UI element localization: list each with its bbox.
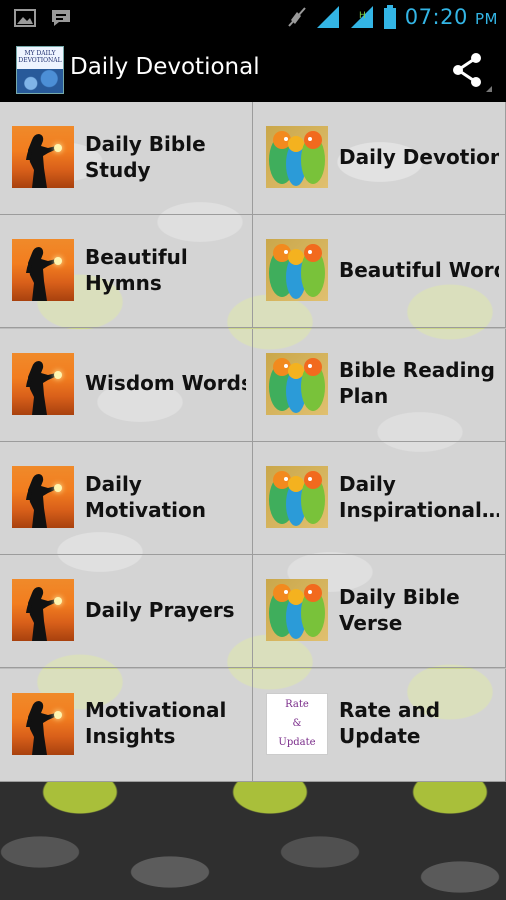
menu-tile-label: Motivational Insights (85, 697, 246, 749)
menu-tile-label: Beautiful Words (339, 257, 499, 283)
menu-grid: Daily Bible Study Daily Devotion Beautiful H… (0, 102, 506, 782)
app-logo-text: MY DAILY DEVOTIONAL (18, 50, 62, 64)
wifi-icon: H (350, 6, 373, 28)
menu-tile-label-line: Plan (339, 384, 389, 409)
app-logo-scene (17, 69, 63, 93)
parrots-icon (266, 465, 328, 528)
menu-tile[interactable]: Daily Bible Study (0, 102, 253, 215)
menu-tile[interactable]: Daily Inspirational… (253, 441, 506, 555)
menu-tile-label-line: Beautiful (85, 244, 188, 269)
menu-tile-label-line: Daily Bible (339, 584, 460, 609)
app-logo[interactable]: MY DAILY DEVOTIONAL (16, 46, 64, 94)
menu-tile[interactable]: Wisdom Words (0, 328, 253, 442)
rate-update-icon: Rate & Update (266, 692, 328, 755)
rate-icon-text: Rate (285, 699, 309, 711)
menu-tile[interactable]: Daily Prayers (0, 555, 253, 669)
parrots-icon (266, 239, 328, 302)
menu-tile-label-line: Motivational (85, 698, 227, 723)
signal-icon (316, 6, 339, 28)
menu-tile-label: Daily Inspirational… (339, 471, 499, 523)
menu-tile-label: Rate and Update (339, 697, 499, 749)
app-title: Daily Devotional (70, 54, 260, 80)
clock-time: 07:20 (404, 5, 468, 29)
menu-tile-label: Wisdom Words (85, 370, 246, 396)
battery-icon (383, 5, 396, 29)
menu-tile-label-line: Wisdom Words (85, 371, 246, 396)
menu-tile[interactable]: Bible Reading Plan (253, 328, 506, 442)
menu-tile-label-line: Daily Devotion (339, 144, 499, 169)
menu-tile-label: Daily Bible Verse (339, 584, 499, 636)
parrots-icon (266, 352, 328, 415)
menu-tile-label-line: Update (339, 724, 421, 749)
menu-tile[interactable]: Daily Devotion (253, 102, 506, 215)
menu-tile-label: Beautiful Hymns (85, 244, 246, 296)
silhouette-icon (12, 692, 74, 755)
background-photo-strip (0, 782, 506, 900)
menu-tile[interactable]: Daily Motivation (0, 441, 253, 555)
silhouette-icon (12, 352, 74, 415)
menu-tile-label-line: Daily (85, 471, 142, 496)
menu-tile-label-line: Beautiful Words (339, 257, 499, 282)
menu-tile-label-line: Daily (339, 471, 396, 496)
menu-tile-label-line: Verse (339, 610, 403, 635)
silhouette-icon (12, 579, 74, 642)
menu-tile[interactable]: Rate & Update Rate and Update (253, 668, 506, 782)
rate-icon-text: & (292, 718, 302, 730)
menu-grid-area: Daily Bible Study Daily Devotion Beautiful H… (0, 102, 506, 900)
menu-tile-label: Daily Devotion (339, 144, 499, 170)
menu-tile-label-line: Daily Bible (85, 131, 206, 156)
menu-tile[interactable]: Daily Bible Verse (253, 555, 506, 669)
action-bar: MY DAILY DEVOTIONAL Daily Devotional (0, 38, 506, 102)
menu-tile-label-line: Bible Reading (339, 358, 495, 383)
rate-icon-text: Update (278, 737, 316, 749)
share-icon[interactable] (446, 48, 492, 94)
image-icon (14, 9, 36, 27)
menu-tile-label-line: Hymns (85, 270, 162, 295)
menu-tile-label: Daily Prayers (85, 597, 246, 623)
menu-tile-label-line: Inspirational… (339, 497, 499, 522)
menu-tile[interactable]: Beautiful Words (253, 215, 506, 329)
menu-tile-label: Bible Reading Plan (339, 357, 499, 409)
status-bar: H 07:20 PM (0, 0, 506, 38)
silhouette-icon (12, 465, 74, 528)
chat-icon (52, 10, 70, 26)
parrots-icon (266, 126, 328, 188)
menu-tile-label-line: Insights (85, 724, 176, 749)
silhouette-icon (12, 126, 74, 188)
mute-icon (288, 7, 306, 27)
clock-ampm: PM (475, 10, 498, 28)
silhouette-icon (12, 239, 74, 302)
menu-tile-label-line: Rate and (339, 698, 441, 723)
status-clock: 07:20 PM (405, 5, 498, 29)
menu-tile-label-line: Daily Prayers (85, 597, 235, 622)
menu-tile[interactable]: Motivational Insights (0, 668, 253, 782)
menu-tile-label-line: Motivation (85, 497, 206, 522)
menu-tile-label: Daily Motivation (85, 471, 246, 523)
menu-tile[interactable]: Beautiful Hymns (0, 215, 253, 329)
parrots-icon (266, 579, 328, 642)
menu-tile-label: Daily Bible Study (85, 131, 246, 183)
menu-tile-label-line: Study (85, 157, 151, 182)
svg-text:H: H (359, 11, 366, 21)
